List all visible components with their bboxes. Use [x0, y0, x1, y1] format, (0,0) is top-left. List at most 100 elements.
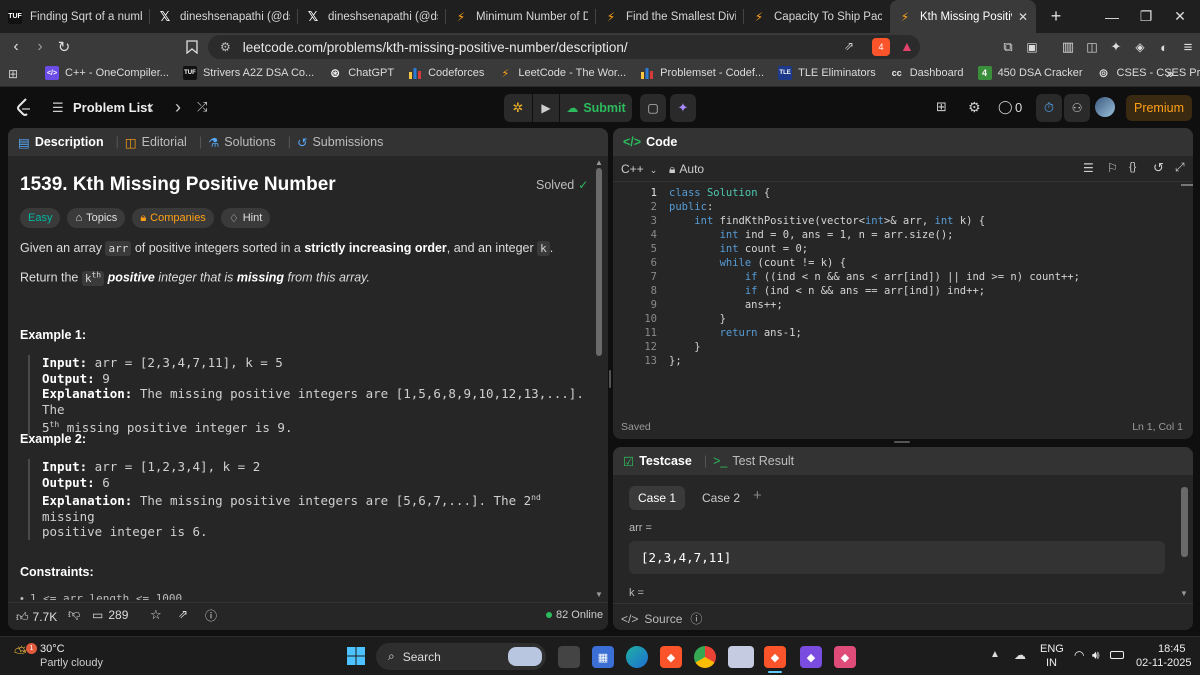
menu-icon[interactable]: ≡: [1176, 35, 1200, 59]
bookmark-leetcode[interactable]: ⚡ LeetCode - The Wor...: [498, 66, 626, 80]
next-problem-icon[interactable]: ›: [175, 97, 181, 118]
add-case-button[interactable]: +: [753, 487, 762, 504]
help-icon[interactable]: ⓘ: [205, 607, 217, 624]
browser-tab[interactable]: TUF Finding Sqrt of a number u: [0, 0, 150, 33]
taskbar-search[interactable]: ⌕ Search: [376, 643, 546, 670]
tab-test-result[interactable]: >_ Test Result: [713, 454, 794, 468]
companies-chip[interactable]: 🔒︎ Companies: [132, 208, 214, 228]
windows-start-icon[interactable]: [347, 647, 365, 665]
brave-leetcode-icon[interactable]: ◆: [764, 646, 786, 668]
extensions-icon[interactable]: ⧉: [996, 35, 1020, 59]
prev-problem-icon[interactable]: ‹: [148, 97, 154, 118]
format-list-icon[interactable]: ☰: [1083, 161, 1094, 175]
premium-button[interactable]: Premium: [1126, 95, 1192, 121]
code-editor[interactable]: 1 class Solution { 2 public: 3 int findKth…: [613, 186, 1193, 386]
browser-tab[interactable]: ⚡ Find the Smallest Divisor G: [596, 0, 744, 33]
case-1-tab[interactable]: Case 1: [629, 486, 685, 510]
browser-tab[interactable]: 𝕏 dineshsenapathi (@dsenap: [150, 0, 298, 33]
hint-chip[interactable]: ♢ Hint: [220, 208, 271, 228]
add-friend-icon[interactable]: ⚇: [1064, 94, 1090, 122]
window-close-icon[interactable]: ✕: [1160, 0, 1200, 33]
dislike-button[interactable]: 👎︎: [68, 607, 80, 622]
brave-beta-icon[interactable]: ◆: [834, 646, 856, 668]
tray-chevron-icon[interactable]: ▲: [990, 649, 1000, 660]
brave-shield-icon[interactable]: 4: [872, 38, 890, 56]
bookmark-striver[interactable]: TUF Strivers A2Z DSA Co...: [182, 66, 314, 80]
description-scrollbar[interactable]: [596, 168, 602, 356]
leo-ai-icon[interactable]: ✦: [1104, 35, 1128, 59]
language-select[interactable]: C++ ⌄: [621, 162, 657, 176]
input-language[interactable]: ENG: [1040, 643, 1064, 655]
forward-icon[interactable]: ›: [28, 35, 52, 59]
share-icon[interactable]: ⇗: [178, 607, 188, 621]
tab-editorial[interactable]: ◫ Editorial: [125, 135, 187, 150]
apps-icon[interactable]: ⊞: [8, 67, 18, 81]
screenshot-icon[interactable]: ▣: [1020, 35, 1044, 59]
vpn-icon[interactable]: ◈: [1128, 35, 1152, 59]
bookmark-tle[interactable]: TLE TLE Eliminators: [778, 66, 876, 80]
auto-mode[interactable]: 🔒︎ Auto: [669, 162, 704, 177]
case-2-tab[interactable]: Case 2: [693, 486, 749, 510]
scroll-down-icon[interactable]: ▼: [595, 590, 603, 599]
bookmark-onecompiler[interactable]: </> C++ - OneCompiler...: [45, 66, 169, 80]
edge-icon[interactable]: [626, 646, 648, 668]
tab-submissions[interactable]: ↺ Submissions: [297, 135, 383, 150]
tab-solutions[interactable]: ⚗ Solutions: [208, 135, 276, 150]
keyboard-app-icon[interactable]: [728, 646, 754, 668]
tab-testcase[interactable]: ☑ Testcase: [623, 454, 692, 469]
problem-list-icon[interactable]: ☰: [52, 100, 64, 116]
arr-input[interactable]: [2,3,4,7,11]: [629, 541, 1165, 574]
scroll-down-icon[interactable]: ▼: [1180, 589, 1188, 598]
fullscreen-icon[interactable]: ⤢: [1175, 160, 1185, 175]
testcase-scrollbar[interactable]: [1181, 487, 1188, 557]
bookmark-codeforces[interactable]: Codeforces: [408, 66, 484, 80]
vertical-splitter[interactable]: [609, 370, 611, 388]
browser-tab-active[interactable]: ⚡ Kth Missing Positive N ✕: [890, 0, 1036, 33]
bookmark-chatgpt[interactable]: ⊛ ChatGPT: [328, 66, 394, 80]
timer-icon[interactable]: ⏱: [1036, 94, 1062, 122]
scroll-up-icon[interactable]: ▲: [595, 158, 603, 167]
clock-time[interactable]: 18:45: [1158, 643, 1186, 655]
share-icon[interactable]: ⇗: [844, 39, 854, 53]
wifi-icon[interactable]: ◠: [1074, 648, 1084, 662]
problem-list-button[interactable]: Problem List: [73, 100, 152, 115]
bookmark-problemset[interactable]: Problemset - Codef...: [640, 66, 764, 80]
ai-sparkle-icon[interactable]: ✦: [670, 94, 696, 122]
like-button[interactable]: 👍︎ 7.7K: [16, 608, 64, 626]
bookmark-page-icon[interactable]: [180, 35, 204, 59]
browser-tab[interactable]: 𝕏 dineshsenapathi (@dsenap: [298, 0, 446, 33]
topics-chip[interactable]: ⌂ Topics: [67, 208, 126, 228]
browser-tab[interactable]: ⚡ Minimum Number of Days: [446, 0, 596, 33]
shuffle-icon[interactable]: ⤮: [197, 99, 207, 115]
reload-icon[interactable]: ↻: [52, 35, 76, 59]
address-bar[interactable]: ⚙ leetcode.com/problems/kth-missing-posi…: [208, 35, 920, 59]
avatar[interactable]: [1095, 97, 1115, 117]
brave-rewards-icon[interactable]: ▲: [900, 38, 914, 54]
editor-scrollbar[interactable]: [1181, 184, 1193, 186]
task-view-icon[interactable]: [558, 646, 580, 668]
braces-icon[interactable]: {}: [1129, 161, 1136, 173]
store-icon[interactable]: ▦: [592, 646, 614, 668]
bookmark-icon[interactable]: ⚐: [1107, 161, 1118, 175]
run-icon[interactable]: ▶: [533, 94, 559, 122]
favorite-star-icon[interactable]: ☆: [150, 607, 162, 623]
horizontal-splitter[interactable]: [894, 441, 910, 443]
new-tab-button[interactable]: +: [1042, 6, 1070, 27]
brave-icon[interactable]: ◆: [660, 646, 682, 668]
leetcode-logo-icon[interactable]: [16, 98, 32, 116]
bookmark-cses[interactable]: ⊚CSES - CSES Proble...: [1097, 66, 1200, 80]
profile-icon[interactable]: ◐: [1152, 35, 1176, 59]
more-bookmarks-icon[interactable]: »: [1166, 65, 1174, 81]
bookmark-450-dsa[interactable]: 4 450 DSA Cracker: [977, 66, 1083, 80]
bookmark-dashboard[interactable]: cc Dashboard: [890, 66, 964, 80]
debug-icon[interactable]: ✲: [504, 94, 532, 122]
wallet-icon[interactable]: ◫: [1080, 35, 1104, 59]
reset-icon[interactable]: ↺: [1153, 160, 1164, 176]
browser-tab[interactable]: ⚡ Capacity To Ship Packages: [744, 0, 890, 33]
clock-date[interactable]: 02-11-2025: [1136, 657, 1191, 669]
layout-icon[interactable]: ⊞: [936, 99, 947, 115]
submit-button[interactable]: ☁ Submit: [560, 94, 632, 122]
notes-icon[interactable]: ▢: [640, 94, 666, 122]
site-settings-icon[interactable]: ⚙: [220, 40, 231, 54]
brave-nightly-icon[interactable]: ◆: [800, 646, 822, 668]
